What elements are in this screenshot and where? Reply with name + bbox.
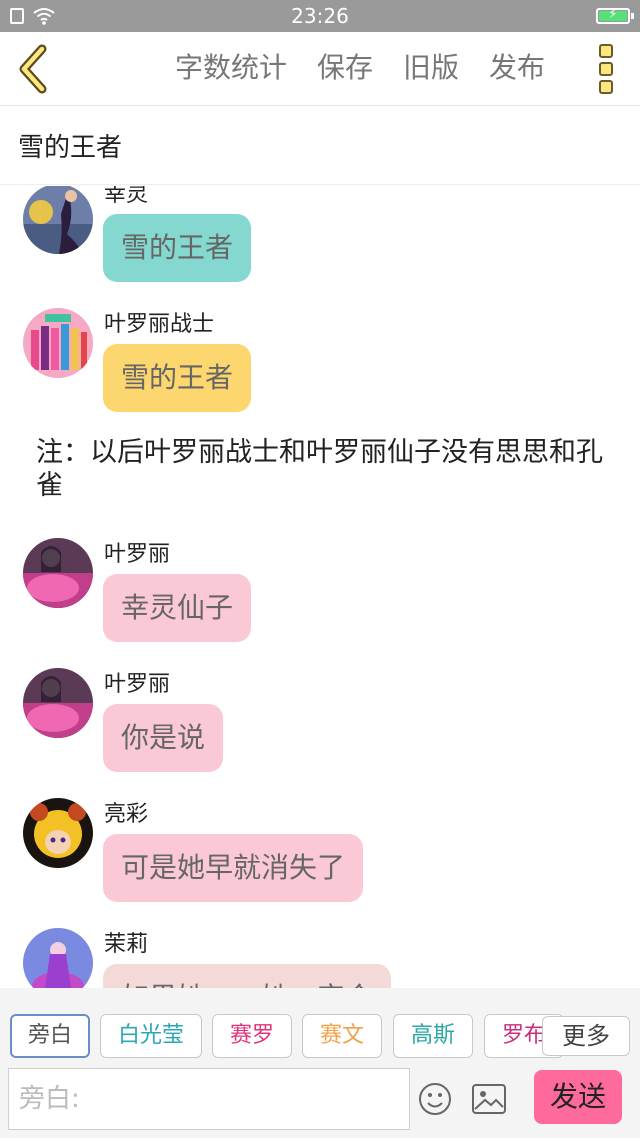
message-bubble[interactable]: 幸灵仙子 bbox=[103, 574, 252, 642]
clock: 23:26 bbox=[291, 4, 349, 28]
character-chip[interactable]: 赛文 bbox=[302, 1014, 382, 1058]
chat-list[interactable]: 幸灵 雪的王者 叶罗丽战士 雪的王者 注：以后叶罗丽战士和叶罗丽仙子没有思思和孔… bbox=[0, 186, 640, 988]
message-bubble[interactable]: 雪的王者 bbox=[103, 214, 252, 282]
three-dot-menu-icon[interactable] bbox=[596, 44, 616, 96]
sender-name: 幸灵 bbox=[104, 186, 149, 207]
message-bubble[interactable]: 如果她……她一定会 bbox=[103, 964, 392, 988]
xingling-avatar[interactable] bbox=[23, 186, 93, 254]
moli-avatar[interactable] bbox=[23, 928, 93, 988]
character-chip-narrator[interactable]: 旁白 bbox=[10, 1014, 90, 1058]
word-count-button[interactable]: 字数统计 bbox=[160, 48, 302, 88]
character-chip[interactable]: 白光莹 bbox=[100, 1014, 202, 1058]
message-bubble[interactable]: 可是她早就消失了 bbox=[103, 834, 364, 902]
battery-charging-icon: ⚡ bbox=[596, 7, 634, 24]
yeluoli-warriors-avatar[interactable] bbox=[23, 308, 93, 378]
save-button[interactable]: 保存 bbox=[302, 48, 388, 88]
sender-name: 叶罗丽 bbox=[104, 542, 171, 567]
sender-name: 叶罗丽战士 bbox=[104, 312, 215, 337]
story-title-bar[interactable]: 雪的王者 bbox=[0, 107, 640, 185]
message-input[interactable] bbox=[8, 1068, 410, 1130]
sender-name: 茉莉 bbox=[104, 932, 149, 957]
message-bubble[interactable]: 你是说 bbox=[103, 704, 224, 772]
yeluoli-avatar[interactable] bbox=[23, 538, 93, 608]
story-title: 雪的王者 bbox=[18, 133, 123, 163]
liangcai-avatar[interactable] bbox=[23, 798, 93, 868]
image-icon[interactable] bbox=[472, 1084, 506, 1114]
old-version-button[interactable]: 旧版 bbox=[388, 48, 474, 88]
chevron-left-icon[interactable] bbox=[14, 44, 54, 94]
publish-button[interactable]: 发布 bbox=[474, 48, 560, 88]
sender-name: 叶罗丽 bbox=[104, 672, 171, 697]
input-bar: 发送 bbox=[0, 1068, 640, 1138]
yeluoli-avatar[interactable] bbox=[23, 668, 93, 738]
status-bar: 23:26 ⚡ bbox=[0, 0, 640, 32]
narration-note[interactable]: 注：以后叶罗丽战士和叶罗丽仙子没有思思和孔雀 bbox=[36, 436, 616, 502]
character-chip[interactable]: 高斯 bbox=[393, 1014, 473, 1058]
more-characters-button[interactable]: 更多 bbox=[542, 1016, 630, 1056]
character-chip[interactable]: 赛罗 bbox=[212, 1014, 292, 1058]
message-bubble[interactable]: 雪的王者 bbox=[103, 344, 252, 412]
emoji-icon[interactable] bbox=[418, 1082, 452, 1116]
toolbar-actions: 字数统计 保存 旧版 发布 bbox=[160, 48, 560, 88]
send-button[interactable]: 发送 bbox=[534, 1070, 622, 1124]
character-selector: 旁白 白光莹 赛罗 赛文 高斯 罗布 更多 bbox=[0, 988, 640, 1068]
sender-name: 亮彩 bbox=[104, 802, 149, 827]
top-bar: 字数统计 保存 旧版 发布 bbox=[0, 32, 640, 106]
